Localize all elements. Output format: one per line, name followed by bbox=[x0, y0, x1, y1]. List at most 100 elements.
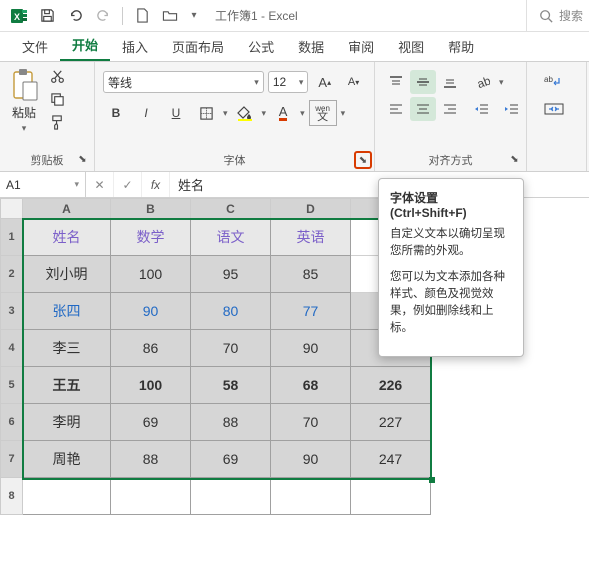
col-header-A[interactable]: A bbox=[23, 199, 111, 219]
qat-dropdown-icon[interactable]: ▾ bbox=[185, 3, 203, 29]
bold-button[interactable]: B bbox=[103, 101, 129, 125]
font-size-combo[interactable]: 12▾ bbox=[268, 71, 309, 93]
fx-icon[interactable]: fx bbox=[142, 172, 170, 197]
tab-数据[interactable]: 数据 bbox=[286, 31, 336, 61]
col-header-C[interactable]: C bbox=[191, 199, 271, 219]
cell-A1[interactable]: 姓名 bbox=[23, 219, 111, 256]
wrap-text-icon[interactable]: ab bbox=[535, 70, 573, 94]
row-header-4[interactable]: 4 bbox=[1, 330, 23, 367]
cell-B7[interactable]: 88 bbox=[111, 441, 191, 478]
tab-审阅[interactable]: 审阅 bbox=[336, 31, 386, 61]
tab-文件[interactable]: 文件 bbox=[10, 31, 60, 61]
copy-icon[interactable] bbox=[46, 89, 68, 109]
fill-color-icon[interactable] bbox=[232, 101, 258, 125]
name-box[interactable]: A1▾ bbox=[0, 172, 86, 197]
confirm-edit-icon[interactable]: ✓ bbox=[114, 172, 142, 197]
cell-C2[interactable]: 95 bbox=[191, 256, 271, 293]
phonetic-guide-icon[interactable]: wen文 bbox=[309, 100, 337, 126]
new-file-icon[interactable] bbox=[129, 3, 155, 29]
row-header-2[interactable]: 2 bbox=[1, 256, 23, 293]
row-header-3[interactable]: 3 bbox=[1, 293, 23, 330]
cell-B5[interactable]: 100 bbox=[111, 367, 191, 404]
alignment-launcher-icon[interactable]: ⬊ bbox=[507, 152, 522, 167]
italic-button[interactable]: I bbox=[133, 101, 159, 125]
tab-页面布局[interactable]: 页面布局 bbox=[160, 31, 236, 61]
cell-D7[interactable]: 90 bbox=[271, 441, 351, 478]
cell-A3[interactable]: 张四 bbox=[23, 293, 111, 330]
clipboard-launcher-icon[interactable]: ⬊ bbox=[75, 152, 90, 167]
cell-D2[interactable]: 85 bbox=[271, 256, 351, 293]
tab-插入[interactable]: 插入 bbox=[110, 31, 160, 61]
font-launcher-icon[interactable]: ⬊ bbox=[354, 151, 372, 169]
align-top-icon[interactable] bbox=[383, 70, 409, 94]
cell-C6[interactable]: 88 bbox=[191, 404, 271, 441]
cell-E8[interactable] bbox=[351, 478, 431, 515]
col-header-B[interactable]: B bbox=[111, 199, 191, 219]
cell-C1[interactable]: 语文 bbox=[191, 219, 271, 256]
redo-icon[interactable] bbox=[90, 3, 116, 29]
align-center-icon[interactable] bbox=[410, 97, 436, 121]
cell-B1[interactable]: 数学 bbox=[111, 219, 191, 256]
cell-B2[interactable]: 100 bbox=[111, 256, 191, 293]
cell-A8[interactable] bbox=[23, 478, 111, 515]
row-header-8[interactable]: 8 bbox=[1, 478, 23, 515]
font-color-icon[interactable]: A bbox=[270, 101, 296, 125]
cell-A2[interactable]: 刘小明 bbox=[23, 256, 111, 293]
cell-E5[interactable]: 226 bbox=[351, 367, 431, 404]
orientation-icon[interactable]: ab bbox=[469, 70, 495, 94]
underline-button[interactable]: U bbox=[163, 101, 189, 125]
cell-A5[interactable]: 王五 bbox=[23, 367, 111, 404]
cell-D1[interactable]: 英语 bbox=[271, 219, 351, 256]
save-icon[interactable] bbox=[34, 3, 60, 29]
decrease-font-icon[interactable]: A▾ bbox=[341, 70, 366, 94]
cell-C3[interactable]: 80 bbox=[191, 293, 271, 330]
undo-icon[interactable] bbox=[62, 3, 88, 29]
align-right-icon[interactable] bbox=[437, 97, 463, 121]
cell-D3[interactable]: 77 bbox=[271, 293, 351, 330]
cell-C5[interactable]: 58 bbox=[191, 367, 271, 404]
cell-B4[interactable]: 86 bbox=[111, 330, 191, 367]
row-header-6[interactable]: 6 bbox=[1, 404, 23, 441]
col-header-D[interactable]: D bbox=[271, 199, 351, 219]
cell-C7[interactable]: 69 bbox=[191, 441, 271, 478]
tab-视图[interactable]: 视图 bbox=[386, 31, 436, 61]
cell-A4[interactable]: 李三 bbox=[23, 330, 111, 367]
select-all-corner[interactable] bbox=[1, 199, 23, 219]
cell-C4[interactable]: 70 bbox=[191, 330, 271, 367]
format-painter-icon[interactable] bbox=[46, 112, 68, 132]
font-name-combo[interactable]: 等线▾ bbox=[103, 71, 264, 93]
tab-帮助[interactable]: 帮助 bbox=[436, 31, 486, 61]
cell-D6[interactable]: 70 bbox=[271, 404, 351, 441]
tab-开始[interactable]: 开始 bbox=[60, 29, 110, 61]
paste-button[interactable]: 粘贴 ▾ bbox=[8, 66, 40, 136]
cell-A7[interactable]: 周艳 bbox=[23, 441, 111, 478]
cell-B6[interactable]: 69 bbox=[111, 404, 191, 441]
cut-icon[interactable] bbox=[46, 66, 68, 86]
align-bottom-icon[interactable] bbox=[437, 70, 463, 94]
increase-font-icon[interactable]: A▴ bbox=[312, 70, 337, 94]
cell-B8[interactable] bbox=[111, 478, 191, 515]
row-header-7[interactable]: 7 bbox=[1, 441, 23, 478]
align-middle-icon[interactable] bbox=[410, 70, 436, 94]
formula-input[interactable]: 姓名 bbox=[170, 175, 212, 194]
cell-A6[interactable]: 李明 bbox=[23, 404, 111, 441]
increase-indent-icon[interactable] bbox=[499, 97, 525, 121]
selection-handle[interactable] bbox=[429, 477, 435, 483]
search-box[interactable]: 搜索 bbox=[526, 0, 583, 31]
cell-E6[interactable]: 227 bbox=[351, 404, 431, 441]
open-folder-icon[interactable] bbox=[157, 3, 183, 29]
merge-center-icon[interactable] bbox=[535, 97, 573, 121]
row-header-1[interactable]: 1 bbox=[1, 219, 23, 256]
cell-D4[interactable]: 90 bbox=[271, 330, 351, 367]
row-header-5[interactable]: 5 bbox=[1, 367, 23, 404]
cell-E7[interactable]: 247 bbox=[351, 441, 431, 478]
cell-B3[interactable]: 90 bbox=[111, 293, 191, 330]
decrease-indent-icon[interactable] bbox=[469, 97, 495, 121]
align-left-icon[interactable] bbox=[383, 97, 409, 121]
cell-D5[interactable]: 68 bbox=[271, 367, 351, 404]
cancel-edit-icon[interactable]: ✕ bbox=[86, 172, 114, 197]
cell-C8[interactable] bbox=[191, 478, 271, 515]
cell-D8[interactable] bbox=[271, 478, 351, 515]
tab-公式[interactable]: 公式 bbox=[236, 31, 286, 61]
border-icon[interactable] bbox=[193, 101, 219, 125]
